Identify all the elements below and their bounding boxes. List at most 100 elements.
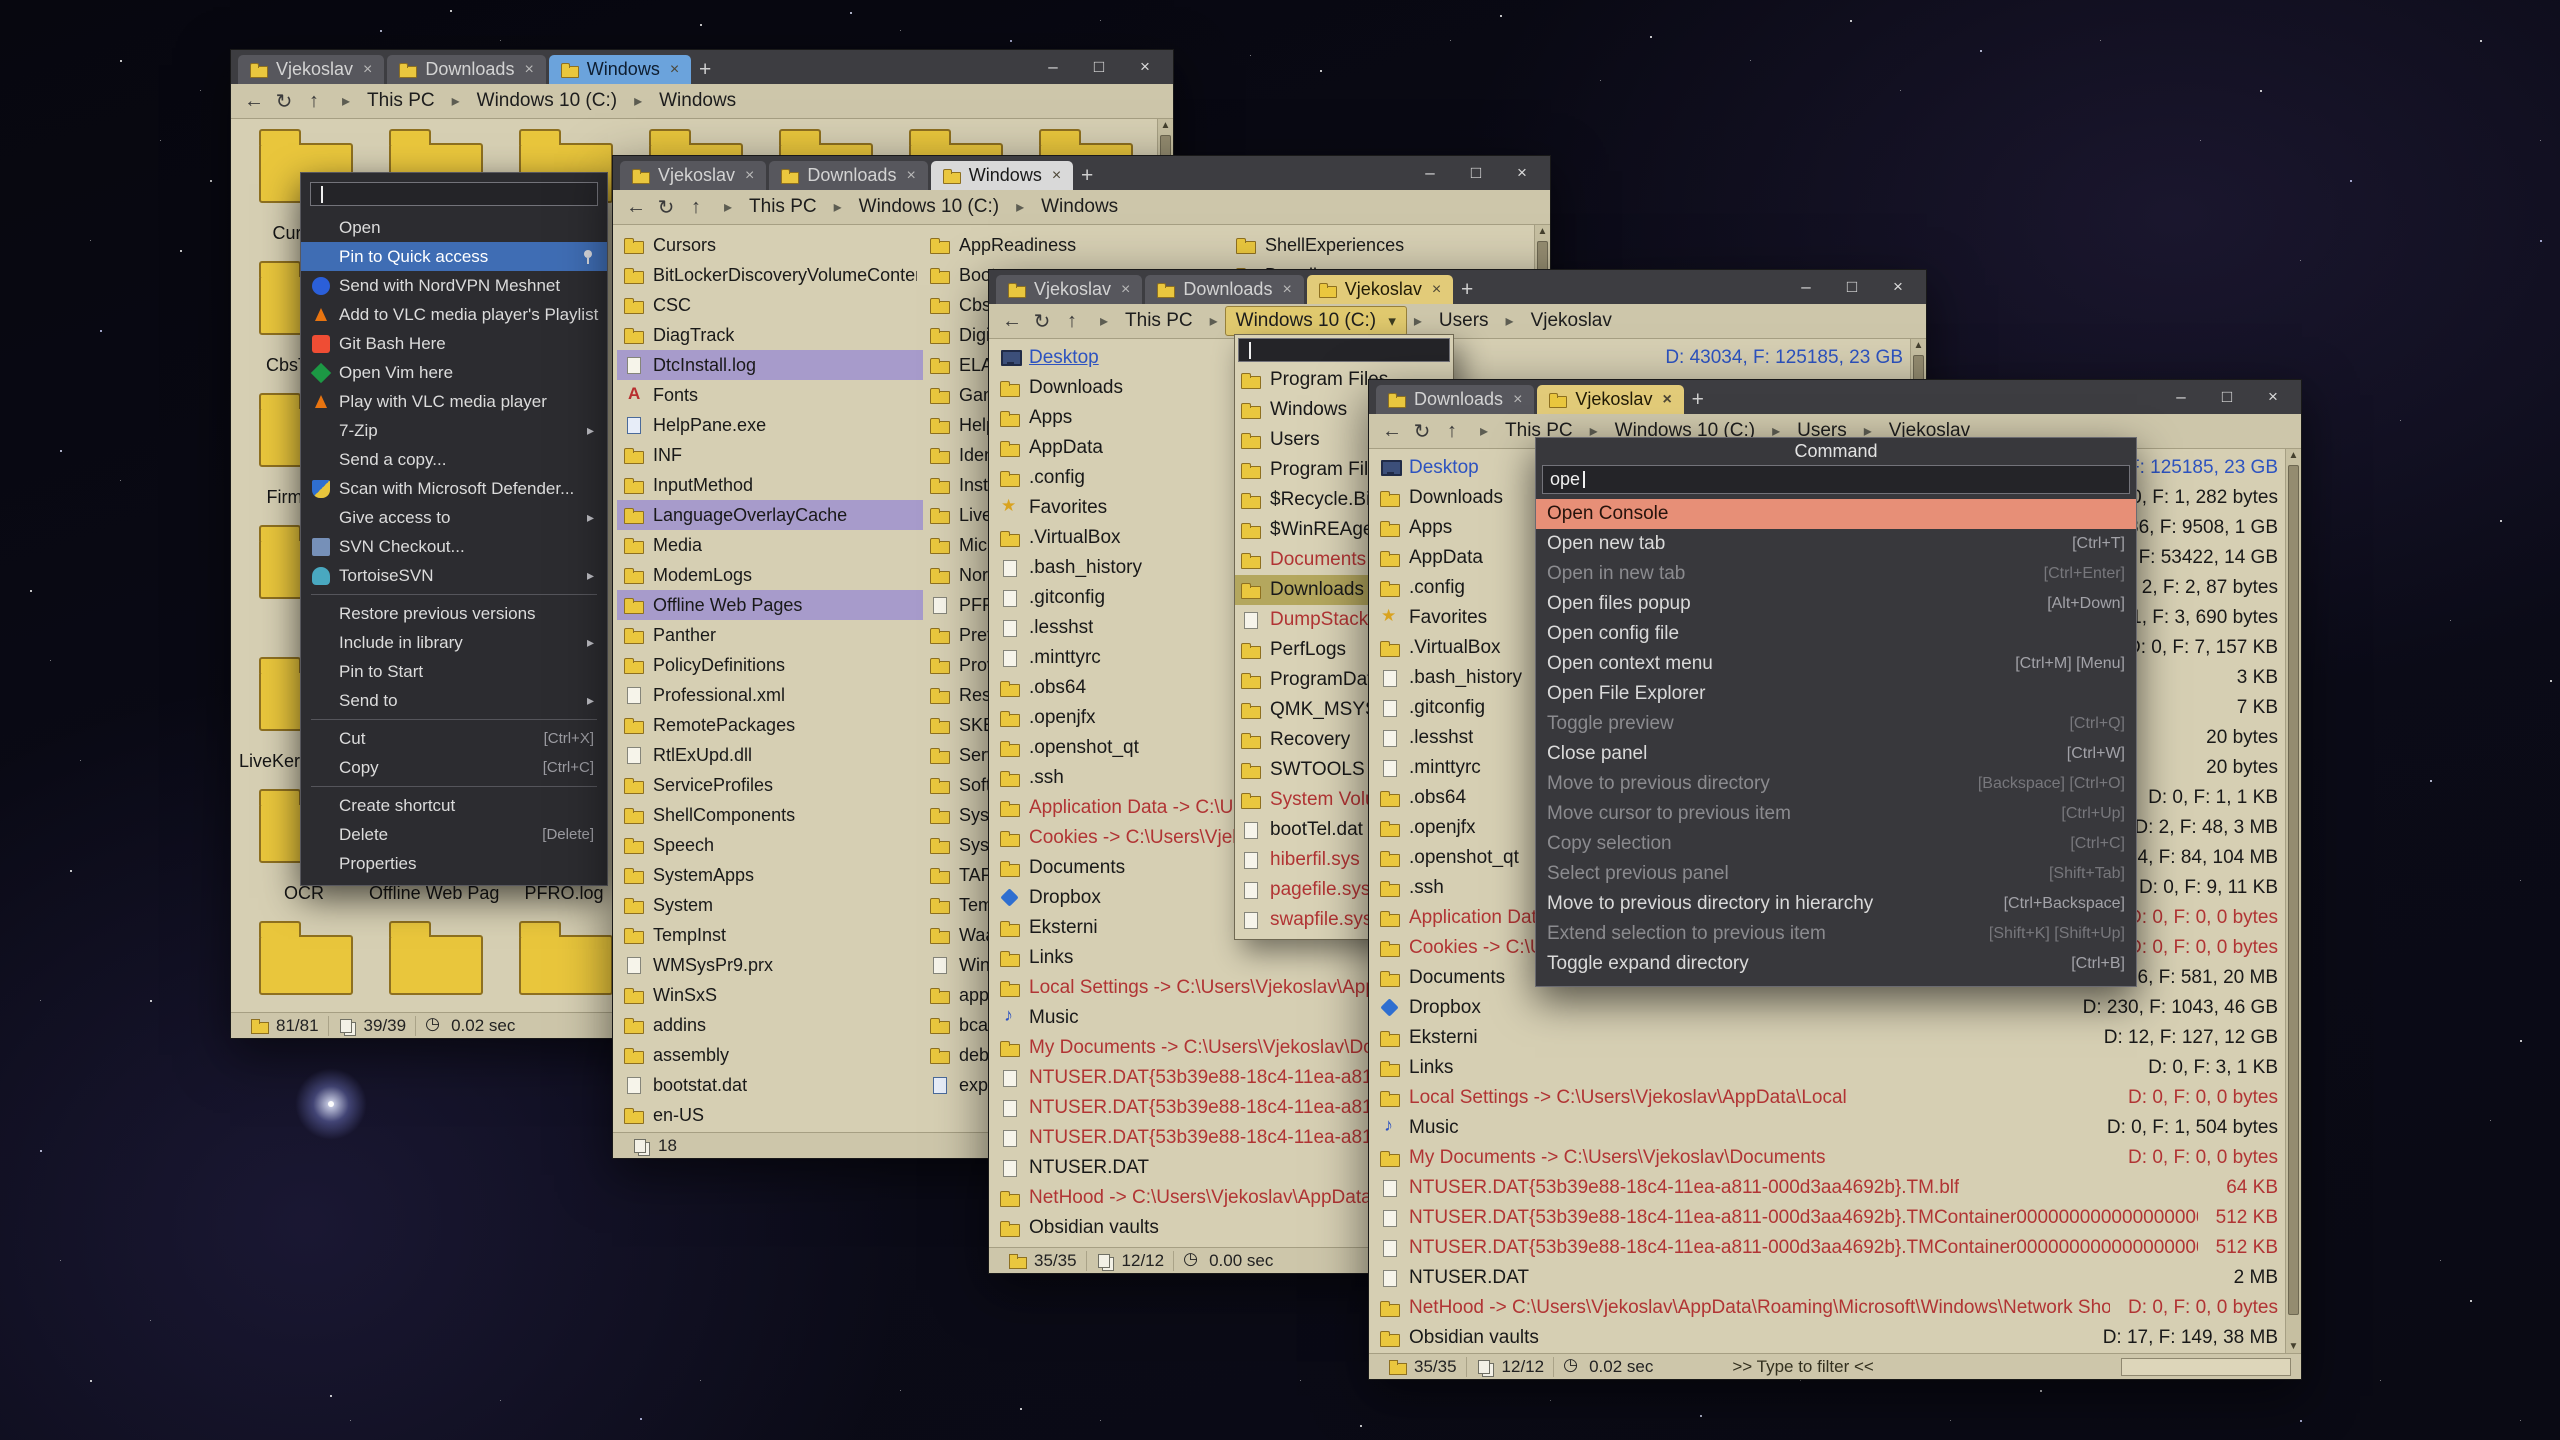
breadcrumb-item[interactable]: Windows ▾: [649, 87, 746, 115]
maximize-button[interactable]: □: [1456, 160, 1496, 186]
context-menu-item[interactable]: Send with NordVPN Meshnet ▸: [301, 271, 607, 300]
palette-item[interactable]: Move to previous directory in hierarchy …: [1536, 889, 2136, 919]
palette-item[interactable]: Open File Explorer: [1536, 679, 2136, 709]
tab[interactable]: Vjekoslav ×: [1307, 275, 1453, 304]
grid-item[interactable]: PrintDialog: [499, 905, 629, 1012]
tab[interactable]: Windows ×: [549, 55, 691, 84]
context-menu-item[interactable]: Git Bash Here ▸: [301, 329, 607, 358]
context-menu-item[interactable]: Restore previous versions ▸: [301, 599, 607, 628]
refresh-button[interactable]: ↻: [1407, 419, 1437, 444]
tab[interactable]: Downloads ×: [769, 161, 927, 190]
file-row[interactable]: bootstat.dat: [617, 1070, 923, 1100]
tab-close-icon[interactable]: ×: [363, 61, 372, 79]
file-row[interactable]: Obsidian vaults D: 17, F: 149, 38 MB: [1373, 1323, 2284, 1353]
file-row[interactable]: BitLockerDiscoveryVolumeContents: [617, 260, 923, 290]
context-menu-item[interactable]: Create shortcut ▸: [301, 791, 607, 820]
file-row[interactable]: Panther: [617, 620, 923, 650]
file-row[interactable]: Links D: 0, F: 3, 1 KB: [1373, 1053, 2284, 1083]
maximize-button[interactable]: □: [2207, 384, 2247, 410]
palette-item[interactable]: Open config file: [1536, 619, 2136, 649]
close-button[interactable]: ×: [2253, 384, 2293, 410]
file-row[interactable]: ShellExperiences: [1229, 230, 1535, 260]
breadcrumb-item[interactable]: Windows 10 (C:) ▾: [1225, 306, 1407, 336]
file-row[interactable]: ServiceProfiles: [617, 770, 923, 800]
context-menu-item[interactable]: Add to VLC media player's Playlist ▸: [301, 300, 607, 329]
scroll-down-icon[interactable]: ▼: [2286, 1341, 2301, 1352]
tab-close-icon[interactable]: ×: [745, 167, 754, 185]
context-menu-item[interactable]: Send a copy... ▸: [301, 445, 607, 474]
tab[interactable]: Downloads ×: [1145, 275, 1303, 304]
context-menu-item[interactable]: Include in library ▸: [301, 628, 607, 657]
file-row[interactable]: WMSysPr9.prx: [617, 950, 923, 980]
context-menu-item[interactable]: Scan with Microsoft Defender... ▸: [301, 474, 607, 503]
context-menu-item[interactable]: SVN Checkout... ▸: [301, 532, 607, 561]
titlebar[interactable]: Vjekoslav × Downloads × Windows × + – □: [231, 50, 1173, 84]
palette-item[interactable]: Open context menu [Ctrl+M] [Menu]: [1536, 649, 2136, 679]
up-button[interactable]: ↑: [299, 90, 329, 113]
file-row[interactable]: System: [617, 890, 923, 920]
file-row[interactable]: WinSxS: [617, 980, 923, 1010]
scrollbar-thumb[interactable]: [2288, 465, 2299, 1315]
file-row[interactable]: Fonts: [617, 380, 923, 410]
context-menu-item[interactable]: Pin to Start ▸: [301, 657, 607, 686]
maximize-button[interactable]: □: [1832, 274, 1872, 300]
tab-close-icon[interactable]: ×: [1121, 281, 1130, 299]
file-row[interactable]: NTUSER.DAT 2 MB: [1373, 1263, 2284, 1293]
file-row[interactable]: Media: [617, 530, 923, 560]
context-menu-item[interactable]: Send to ▸: [301, 686, 607, 715]
file-row[interactable]: Offline Web Pages: [617, 590, 923, 620]
titlebar[interactable]: Vjekoslav × Downloads × Windows × + – □: [613, 156, 1550, 190]
close-button[interactable]: ×: [1502, 160, 1542, 186]
file-row[interactable]: en-US: [617, 1100, 923, 1130]
palette-item[interactable]: Toggle preview [Ctrl+Q]: [1536, 709, 2136, 739]
tab[interactable]: Windows ×: [931, 161, 1073, 190]
back-button[interactable]: ←: [1377, 420, 1407, 443]
file-row[interactable]: ModemLogs: [617, 560, 923, 590]
minimize-button[interactable]: –: [2161, 384, 2201, 410]
tab-close-icon[interactable]: ×: [1662, 391, 1671, 409]
palette-item[interactable]: Extend selection to previous item [Shift…: [1536, 919, 2136, 949]
new-tab-button[interactable]: +: [691, 56, 719, 84]
grid-item[interactable]: Prefetch: [369, 905, 499, 1012]
breadcrumb-item[interactable]: Users ▾: [1429, 307, 1499, 335]
maximize-button[interactable]: □: [1079, 54, 1119, 80]
file-row[interactable]: AppReadiness: [923, 230, 1229, 260]
context-menu-item[interactable]: ▸: [311, 594, 597, 595]
new-tab-button[interactable]: +: [1684, 386, 1712, 414]
file-row[interactable]: assembly: [617, 1040, 923, 1070]
file-row[interactable]: RtlExUpd.dll: [617, 740, 923, 770]
dropdown-filter-input[interactable]: [1238, 338, 1450, 362]
file-row[interactable]: NetHood -> C:\Users\Vjekoslav\AppData\Ro…: [1373, 1293, 2284, 1323]
tab-close-icon[interactable]: ×: [1513, 391, 1522, 409]
up-button[interactable]: ↑: [1057, 310, 1087, 333]
context-menu-item[interactable]: Play with VLC media player ▸: [301, 387, 607, 416]
file-row[interactable]: ShellComponents: [617, 800, 923, 830]
file-row[interactable]: DtcInstall.log: [617, 350, 923, 380]
context-menu-item[interactable]: Give access to ▸: [301, 503, 607, 532]
palette-item[interactable]: Copy selection [Ctrl+C]: [1536, 829, 2136, 859]
file-row[interactable]: CSC: [617, 290, 923, 320]
scrollbar[interactable]: ▲ ▼: [2285, 449, 2301, 1353]
context-menu-item[interactable]: Open Vim here ▸: [301, 358, 607, 387]
breadcrumb-item[interactable]: Windows 10 (C:) ▾: [849, 193, 1009, 221]
tab-close-icon[interactable]: ×: [670, 61, 679, 79]
file-row[interactable]: Professional.xml: [617, 680, 923, 710]
context-menu-item[interactable]: Open ▸: [301, 213, 607, 242]
breadcrumb-item[interactable]: Windows 10 (C:) ▾: [467, 87, 627, 115]
context-menu-item[interactable]: TortoiseSVN ▸: [301, 561, 607, 590]
breadcrumb-item[interactable]: This PC ▾: [1115, 307, 1203, 335]
context-menu-item[interactable]: Copy [Ctrl+C] ▸: [301, 753, 607, 782]
file-row[interactable]: addins: [617, 1010, 923, 1040]
tab[interactable]: Vjekoslav ×: [996, 275, 1142, 304]
palette-item[interactable]: Open Console: [1536, 499, 2136, 529]
context-menu-item[interactable]: Properties ▸: [301, 849, 607, 878]
palette-item[interactable]: Open in new tab [Ctrl+Enter]: [1536, 559, 2136, 589]
close-button[interactable]: ×: [1125, 54, 1165, 80]
context-menu-item[interactable]: ▸: [311, 719, 597, 720]
refresh-button[interactable]: ↻: [269, 89, 299, 114]
new-tab-button[interactable]: +: [1453, 276, 1481, 304]
back-button[interactable]: ←: [239, 90, 269, 113]
refresh-button[interactable]: ↻: [1027, 309, 1057, 334]
scroll-up-icon[interactable]: ▲: [1158, 120, 1173, 131]
tab[interactable]: Downloads ×: [387, 55, 545, 84]
